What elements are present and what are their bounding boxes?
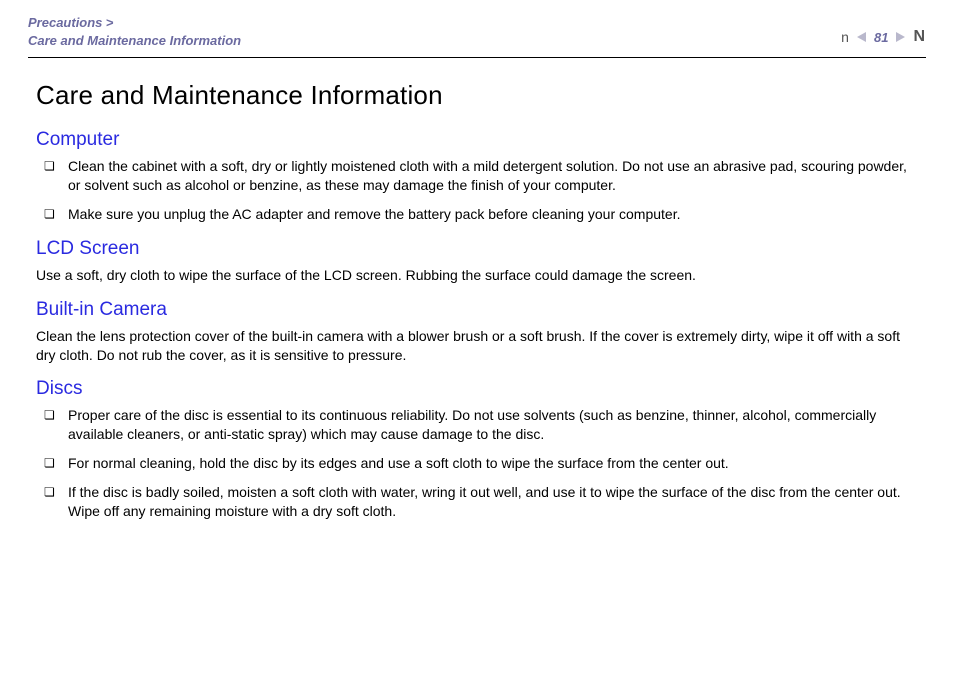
pager-letter-n: n — [841, 29, 849, 45]
section-heading-lcd: LCD Screen — [36, 238, 918, 260]
page-body: Care and Maintenance Information Compute… — [28, 58, 926, 521]
pager: n 81 N — [841, 14, 926, 46]
breadcrumb: Precautions > Care and Maintenance Infor… — [28, 14, 241, 49]
breadcrumb-parent[interactable]: Precautions — [28, 15, 102, 30]
page-number: 81 — [874, 30, 888, 45]
document-page: Precautions > Care and Maintenance Infor… — [0, 0, 954, 521]
breadcrumb-current: Care and Maintenance Information — [28, 33, 241, 48]
pager-letter-big-n: N — [913, 28, 925, 46]
list-item: Clean the cabinet with a soft, dry or li… — [36, 157, 918, 195]
triangle-left-icon[interactable] — [856, 31, 868, 43]
list-item: Make sure you unplug the AC adapter and … — [36, 205, 918, 224]
page-header: Precautions > Care and Maintenance Infor… — [28, 14, 926, 58]
section-heading-discs: Discs — [36, 378, 918, 400]
list-item: Proper care of the disc is essential to … — [36, 406, 918, 444]
page-title: Care and Maintenance Information — [36, 80, 918, 111]
section-heading-computer: Computer — [36, 129, 918, 151]
triangle-right-icon[interactable] — [894, 31, 906, 43]
chevron-right-icon: > — [106, 15, 114, 30]
paragraph: Use a soft, dry cloth to wipe the surfac… — [36, 266, 918, 285]
list-computer: Clean the cabinet with a soft, dry or li… — [36, 157, 918, 224]
section-heading-camera: Built-in Camera — [36, 299, 918, 321]
list-item: If the disc is badly soiled, moisten a s… — [36, 483, 918, 521]
list-item: For normal cleaning, hold the disc by it… — [36, 454, 918, 473]
paragraph: Clean the lens protection cover of the b… — [36, 327, 918, 365]
list-discs: Proper care of the disc is essential to … — [36, 406, 918, 520]
